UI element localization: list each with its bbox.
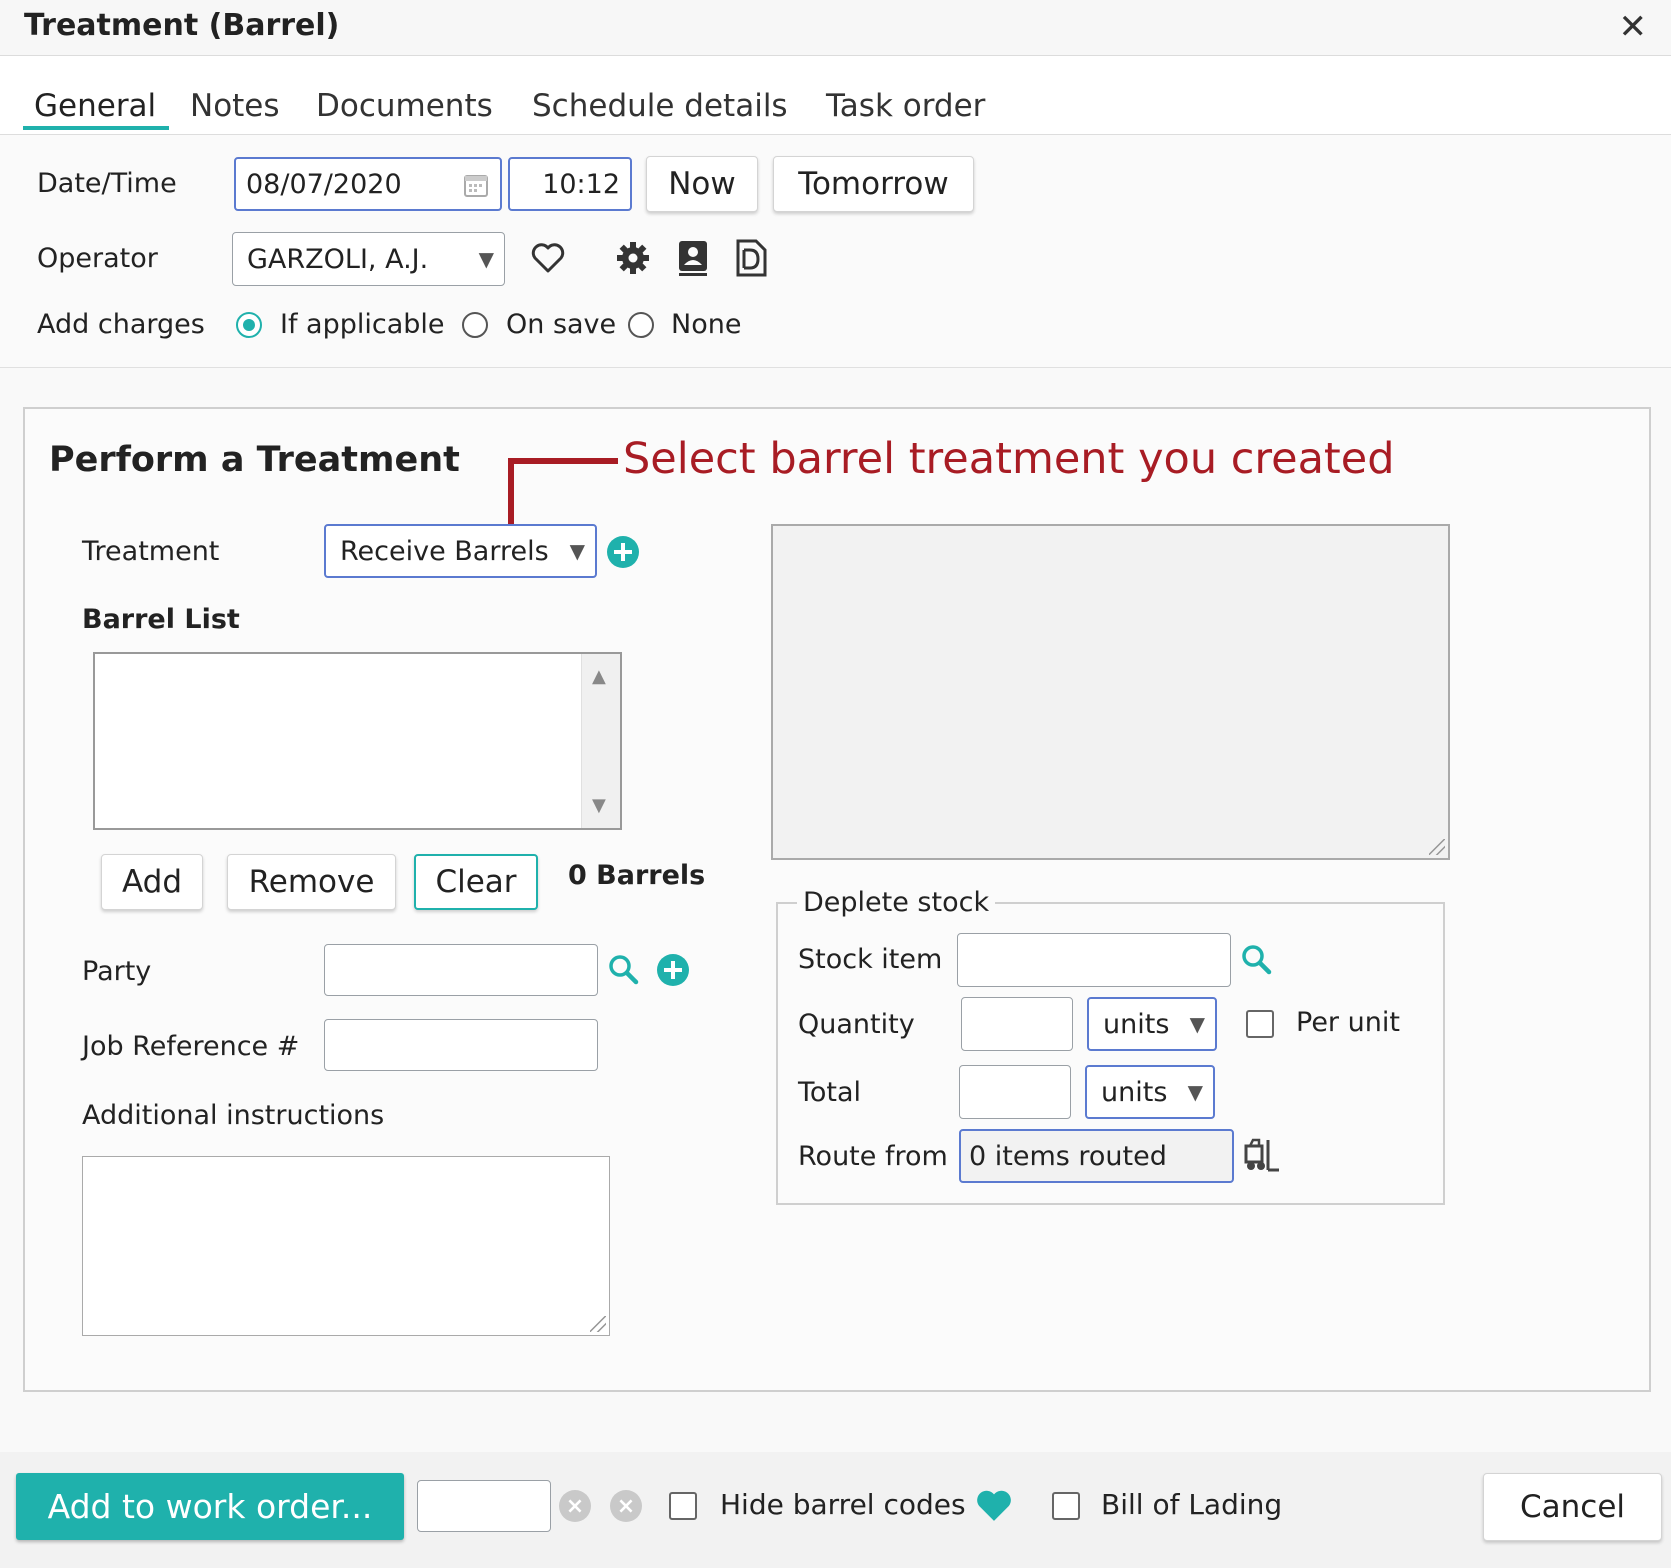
- time-input[interactable]: 10:12: [508, 157, 632, 211]
- heart-icon[interactable]: [530, 240, 566, 276]
- search-icon[interactable]: [1239, 942, 1273, 976]
- radio-if-applicable[interactable]: [236, 312, 262, 338]
- remove-button[interactable]: Remove: [227, 854, 396, 910]
- quantity-unit-select[interactable]: units ▼: [1087, 997, 1217, 1051]
- chevron-down-icon: ▼: [1189, 1012, 1205, 1036]
- annotation-connector: [508, 458, 618, 464]
- barrel-list[interactable]: ▲ ▼: [93, 652, 622, 830]
- tab-bar: General Notes Documents Schedule details…: [0, 56, 1671, 135]
- radio-if-applicable-label: If applicable: [280, 309, 445, 340]
- heart-filled-icon[interactable]: [975, 1488, 1013, 1524]
- date-input[interactable]: 08/07/2020: [234, 157, 502, 211]
- close-icon[interactable]: ✕: [1619, 10, 1648, 44]
- instructions-label: Additional instructions: [82, 1100, 385, 1131]
- calendar-icon[interactable]: [462, 171, 490, 199]
- barrel-count: 0 Barrels: [568, 860, 706, 891]
- quantity-input[interactable]: [961, 997, 1073, 1051]
- chevron-down-icon: ▼: [1187, 1080, 1203, 1104]
- quantity-unit-value: units: [1103, 1008, 1170, 1040]
- stock-item-label: Stock item: [798, 944, 943, 975]
- treatment-value: Receive Barrels: [340, 535, 549, 567]
- search-icon[interactable]: [606, 952, 640, 986]
- contact-card-icon[interactable]: [674, 237, 712, 279]
- forklift-icon[interactable]: [1242, 1137, 1282, 1175]
- job-reference-label: Job Reference #: [82, 1031, 300, 1062]
- add-button[interactable]: Add: [101, 854, 203, 910]
- date-value: 08/07/2020: [246, 168, 402, 200]
- treatment-select[interactable]: Receive Barrels ▼: [324, 524, 597, 578]
- window-title: Treatment (Barrel): [24, 8, 340, 43]
- route-from-label: Route from: [798, 1141, 948, 1172]
- document-icon[interactable]: [732, 237, 770, 279]
- total-unit-select[interactable]: units ▼: [1085, 1065, 1215, 1119]
- title-bar: Treatment (Barrel) ✕: [0, 0, 1671, 56]
- operator-label: Operator: [37, 243, 158, 274]
- now-button[interactable]: Now: [646, 156, 758, 212]
- operator-select[interactable]: GARZOLI, A.J. ▼: [232, 232, 505, 286]
- datetime-label: Date/Time: [37, 168, 177, 199]
- operator-value: GARZOLI, A.J.: [247, 243, 429, 275]
- scrollbar[interactable]: ▲ ▼: [581, 654, 620, 828]
- clear-button[interactable]: Clear: [414, 854, 538, 910]
- clear-circle-icon[interactable]: ×: [559, 1490, 591, 1522]
- radio-none[interactable]: [628, 312, 654, 338]
- radio-on-save[interactable]: [462, 312, 488, 338]
- hide-barrel-codes-checkbox[interactable]: [669, 1492, 697, 1520]
- job-reference-input[interactable]: [324, 1019, 598, 1071]
- work-order-input[interactable]: [417, 1480, 551, 1532]
- tab-general[interactable]: General: [34, 88, 156, 124]
- chevron-down-icon: ▼: [478, 247, 494, 271]
- route-from-value: 0 items routed: [969, 1140, 1167, 1172]
- total-input[interactable]: [959, 1065, 1071, 1119]
- per-unit-label: Per unit: [1296, 1007, 1400, 1038]
- resize-grip[interactable]: [1429, 839, 1445, 855]
- tomorrow-button[interactable]: Tomorrow: [773, 156, 974, 212]
- scroll-down-icon[interactable]: ▼: [592, 795, 606, 816]
- add-charges-label: Add charges: [37, 309, 205, 340]
- stock-item-input[interactable]: [957, 933, 1231, 987]
- plus-circle-icon[interactable]: [656, 953, 690, 987]
- scroll-up-icon[interactable]: ▲: [592, 666, 606, 687]
- party-input[interactable]: [324, 944, 598, 996]
- plus-circle-icon[interactable]: [606, 535, 640, 569]
- add-to-work-order-button[interactable]: Add to work order...: [16, 1473, 404, 1540]
- time-value: 10:12: [542, 168, 620, 200]
- route-from-input[interactable]: 0 items routed: [959, 1129, 1234, 1183]
- per-unit-checkbox[interactable]: [1246, 1010, 1274, 1038]
- treatment-dialog: Treatment (Barrel) ✕ General Notes Docum…: [0, 0, 1671, 1568]
- notes-textarea[interactable]: [771, 524, 1450, 860]
- general-section: Date/Time 08/07/2020 10:12 Now Tomorrow …: [0, 135, 1671, 368]
- quantity-label: Quantity: [798, 1009, 915, 1040]
- total-label: Total: [798, 1077, 862, 1108]
- bill-of-lading-label: Bill of Lading: [1101, 1488, 1283, 1521]
- cancel-button[interactable]: Cancel: [1483, 1473, 1662, 1541]
- resize-grip[interactable]: [590, 1316, 606, 1332]
- radio-on-save-label: On save: [506, 309, 617, 340]
- tab-notes[interactable]: Notes: [190, 88, 280, 124]
- treatment-label: Treatment: [82, 536, 220, 567]
- hide-barrel-codes-label: Hide barrel codes: [720, 1488, 966, 1521]
- tab-schedule-details[interactable]: Schedule details: [532, 88, 788, 124]
- bill-of-lading-checkbox[interactable]: [1052, 1492, 1080, 1520]
- radio-none-label: None: [671, 309, 742, 340]
- instructions-textarea[interactable]: [82, 1156, 610, 1336]
- deplete-stock-legend: Deplete stock: [797, 887, 996, 918]
- annotation-callout: Select barrel treatment you created: [623, 434, 1395, 484]
- active-tab-indicator: [23, 126, 169, 130]
- total-unit-value: units: [1101, 1076, 1168, 1108]
- tab-documents[interactable]: Documents: [316, 88, 493, 124]
- clear-circle-icon[interactable]: ×: [610, 1490, 642, 1522]
- barrel-list-label: Barrel List: [82, 604, 240, 635]
- party-label: Party: [82, 956, 152, 987]
- gear-icon[interactable]: [614, 239, 652, 277]
- chevron-down-icon: ▼: [569, 539, 585, 563]
- section-heading: Perform a Treatment: [49, 440, 460, 480]
- tab-task-order[interactable]: Task order: [826, 88, 985, 124]
